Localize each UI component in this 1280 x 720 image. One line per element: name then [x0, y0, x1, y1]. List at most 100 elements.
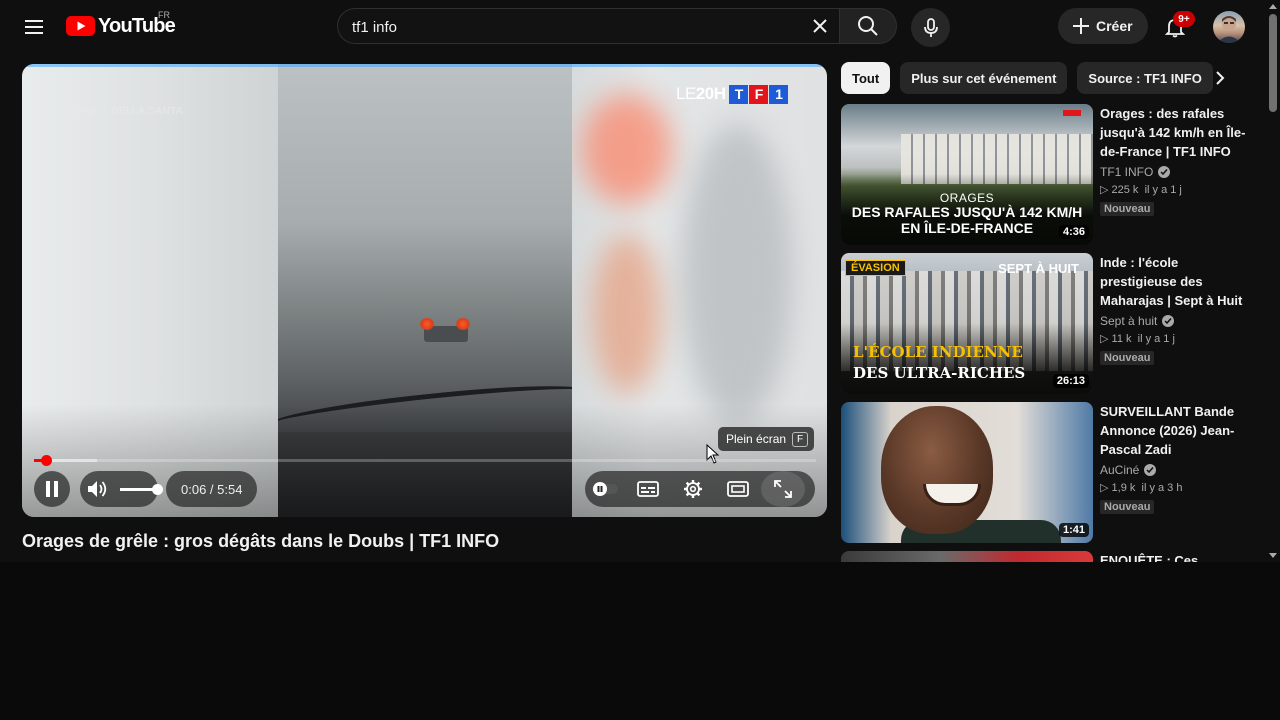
view-count: 1,9 k: [1111, 482, 1136, 494]
verified-check-icon: [1144, 464, 1157, 476]
recommendation-title[interactable]: SURVEILLANT Bande Annonce (2026) Jean-Pa…: [1100, 402, 1248, 459]
new-badge: Nouveau: [1100, 202, 1155, 216]
new-badge: Nouveau: [1100, 351, 1155, 365]
player-top-edge: [22, 64, 827, 67]
channel-name[interactable]: TF1 INFO: [1100, 163, 1153, 181]
avatar-image: [1217, 16, 1241, 43]
view-count: 225 k: [1111, 184, 1139, 196]
play-count-icon: ▷: [1100, 482, 1112, 494]
progress-scrubber-handle[interactable]: [40, 455, 52, 466]
page-viewport: YouTube FR Créer 9+: [0, 0, 1280, 562]
recommendation-item[interactable]: 1:41 SURVEILLANT Bande Annonce (2026) Je…: [841, 402, 1251, 543]
video-title: Orages de grêle : gros dégâts dans le Do…: [22, 531, 500, 551]
volume-slider[interactable]: [120, 483, 163, 495]
country-code: FR: [158, 10, 170, 20]
youtube-play-icon: [66, 16, 95, 36]
recommendation-item[interactable]: ÉVASION SEPT À HUIT L'ÉCOLE INDIENNE DES…: [841, 253, 1251, 394]
current-time: 0:06: [181, 481, 207, 497]
fullscreen-button[interactable]: [761, 471, 805, 507]
play-pause-pill: [34, 471, 70, 507]
recommendation-title[interactable]: Orages : des rafales jusqu'à 142 km/h en…: [1100, 104, 1248, 161]
youtube-logo[interactable]: YouTube FR: [66, 10, 176, 38]
recommendation-details: SURVEILLANT Bande Annonce (2026) Jean-Pa…: [1100, 402, 1248, 515]
search-icon: [858, 16, 878, 36]
thumbnail-tag: ÉVASION: [845, 260, 906, 276]
page-scrollbar[interactable]: [1266, 0, 1280, 562]
thumbnail-caption-main: DES RAFALES JUSQU'À 142 KM/H EN ÎLE-DE-F…: [851, 204, 1083, 236]
hamburger-icon: [25, 20, 43, 34]
video-thumbnail[interactable]: 1:41: [841, 402, 1093, 543]
recommendation-item[interactable]: ENQUÊTE : Ces: [841, 551, 1251, 562]
volume-slider-handle[interactable]: [152, 483, 163, 495]
chip-all[interactable]: Tout: [841, 62, 891, 94]
notifications-button[interactable]: 9+: [1156, 8, 1195, 46]
tf1-mini-logo: [1063, 110, 1081, 116]
volume-icon: [88, 481, 107, 497]
captions-icon: [637, 481, 659, 497]
tooltip-label: Plein écran: [726, 432, 787, 446]
chip-more-on-event[interactable]: Plus sur cet événement: [900, 62, 1068, 94]
close-icon: [813, 19, 827, 33]
video-player[interactable]: ©FABIO DELLA SANTA LE20H T F 1 Plein écr…: [22, 64, 827, 517]
le20h-tf1-logo: LE20H T F 1: [676, 84, 789, 104]
related-filter-chips: Tout Plus sur cet événement Source : TF1…: [841, 62, 1213, 94]
subtitles-button[interactable]: [625, 471, 671, 507]
autoplay-toggle[interactable]: [585, 471, 625, 507]
empty-area-below-viewport: [0, 562, 1280, 720]
video-thumbnail[interactable]: ÉVASION SEPT À HUIT L'ÉCOLE INDIENNE DES…: [841, 253, 1093, 394]
car-taillights: [420, 318, 472, 332]
view-count: 11 k: [1111, 333, 1132, 345]
video-duration: 4:36: [1058, 225, 1089, 239]
progress-bar[interactable]: [34, 455, 816, 466]
chip-source[interactable]: Source : TF1 INFO: [1077, 62, 1213, 94]
brand-number: 20H: [695, 84, 726, 103]
verified-check-icon: [1162, 315, 1175, 327]
scroll-up-arrow-icon[interactable]: [1269, 4, 1277, 9]
tf1-logo: T F 1: [729, 84, 789, 104]
chips-next-button[interactable]: [1204, 62, 1236, 94]
right-controls-pill: [585, 471, 815, 507]
video-thumbnail[interactable]: [841, 551, 1093, 562]
clear-search-button[interactable]: [805, 11, 835, 41]
voice-search-button[interactable]: [911, 8, 950, 47]
channel-name[interactable]: AuCiné: [1100, 461, 1139, 479]
upload-age: il y a 1 j: [1137, 333, 1175, 345]
pause-button[interactable]: [34, 471, 70, 507]
new-badge: Nouveau: [1100, 500, 1155, 514]
gear-icon: [684, 480, 702, 498]
video-duration: 26:13: [1052, 374, 1089, 388]
notification-count-badge: 9+: [1173, 11, 1195, 27]
recommendation-details: Orages : des rafales jusqu'à 142 km/h en…: [1100, 104, 1248, 217]
settings-button[interactable]: [671, 471, 715, 507]
volume-pill: [80, 471, 163, 507]
theater-mode-icon: [727, 481, 749, 497]
theater-mode-button[interactable]: [715, 471, 761, 507]
fullscreen-tooltip: Plein écran F: [718, 427, 815, 451]
upload-age: il y a 1 j: [1144, 184, 1182, 196]
scroll-down-arrow-icon[interactable]: [1269, 553, 1277, 558]
create-button[interactable]: Créer: [1058, 8, 1148, 44]
guide-menu-button[interactable]: [14, 7, 54, 47]
video-thumbnail[interactable]: ORAGES DES RAFALES JUSQU'À 142 KM/H EN Î…: [841, 104, 1093, 245]
verified-check-icon: [1158, 166, 1171, 178]
thumbnail-caption-main: DES ULTRA-RICHES: [853, 364, 1026, 382]
recommendation-title[interactable]: Inde : l'école prestigieuse des Maharaja…: [1100, 253, 1248, 310]
thumbnail-brand: SEPT À HUIT: [998, 261, 1079, 276]
tf1-letter-f: F: [749, 84, 769, 104]
mute-button[interactable]: [80, 471, 116, 507]
search-input[interactable]: [352, 17, 792, 37]
brand-prefix: LE: [676, 84, 696, 103]
search-button[interactable]: [839, 8, 897, 44]
tooltip-shortcut-key: F: [792, 431, 809, 447]
channel-name[interactable]: Sept à huit: [1100, 312, 1157, 330]
play-count-icon: ▷: [1100, 333, 1112, 345]
recommendation-title[interactable]: ENQUÊTE : Ces: [1100, 551, 1248, 562]
autoplay-toggle-icon: [592, 482, 618, 496]
recommendation-item[interactable]: ORAGES DES RAFALES JUSQU'À 142 KM/H EN Î…: [841, 104, 1251, 245]
microphone-icon: [923, 17, 938, 37]
video-duration: 1:41: [1058, 523, 1089, 537]
time-display: 0:06 / 5:54: [166, 471, 258, 507]
account-avatar[interactable]: [1213, 11, 1245, 43]
scrollbar-thumb[interactable]: [1269, 14, 1277, 112]
fullscreen-icon: [774, 480, 792, 498]
